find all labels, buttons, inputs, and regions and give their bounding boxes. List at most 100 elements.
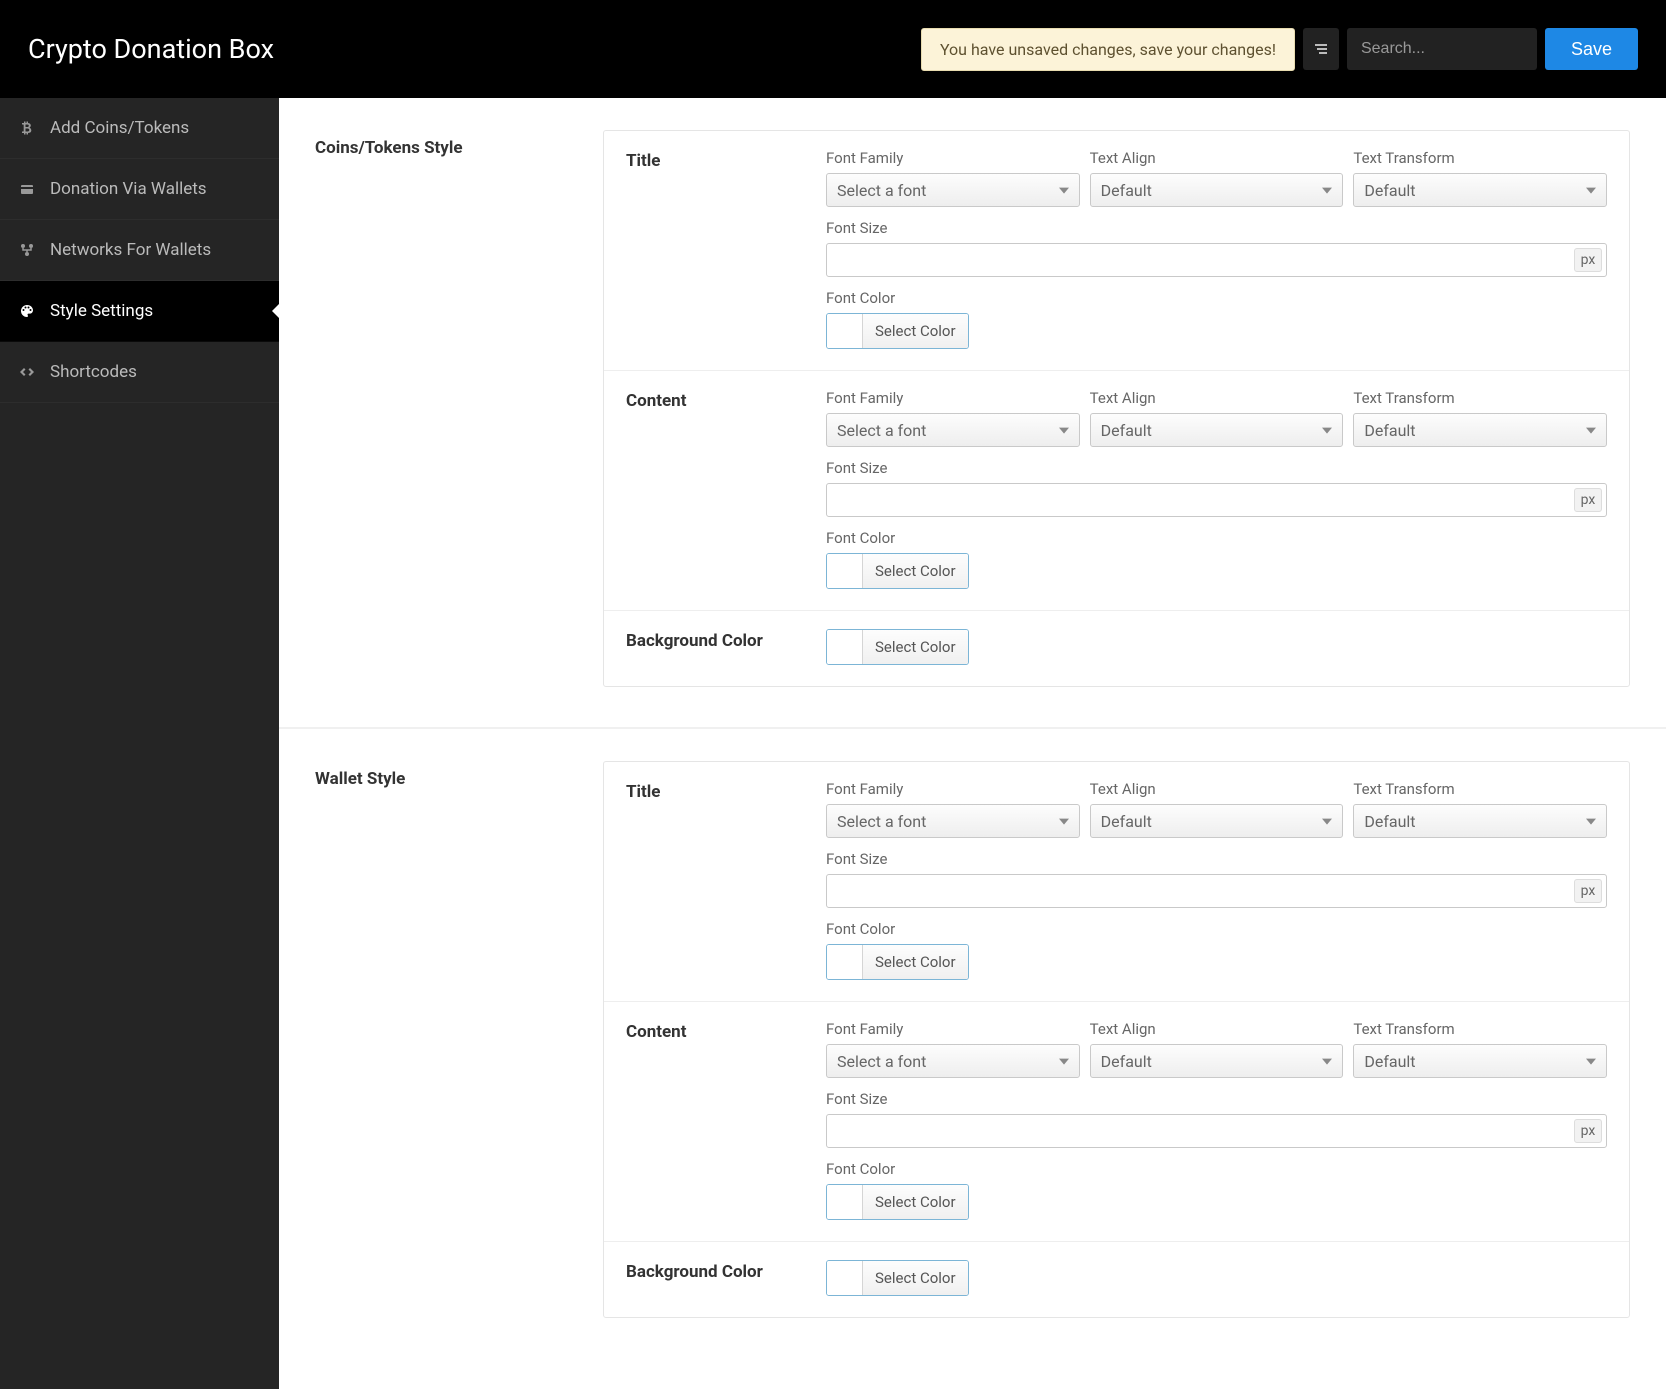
search-input[interactable] <box>1347 28 1537 70</box>
field-label: Font Color <box>826 1160 1607 1178</box>
text-align-select[interactable]: Default <box>1090 173 1344 207</box>
font-size-input[interactable] <box>827 244 1570 276</box>
px-suffix: px <box>1574 1119 1602 1143</box>
wallet-icon <box>18 181 36 197</box>
color-swatch <box>827 1185 863 1219</box>
palette-icon <box>18 303 36 319</box>
main-content: Coins/Tokens StyleTitleFont FamilySelect… <box>279 98 1666 1389</box>
field-label: Text Transform <box>1353 149 1607 167</box>
field-label: Text Transform <box>1353 1020 1607 1038</box>
sidebar-item-style-settings[interactable]: Style Settings <box>0 281 279 342</box>
select-color-button[interactable]: Select Color <box>826 1260 969 1296</box>
field-label: Font Family <box>826 780 1080 798</box>
sidebar-item-label: Networks For Wallets <box>50 240 211 260</box>
row-label: Title <box>626 780 826 983</box>
section-coins-tokens-style: Coins/Tokens StyleTitleFont Family Select… <box>279 98 1666 729</box>
text-transform-select[interactable]: Default <box>1353 413 1607 447</box>
text-align-select[interactable]: Default <box>1090 1044 1344 1078</box>
sidebar-item-label: Style Settings <box>50 301 153 321</box>
text-transform-select[interactable]: Default <box>1353 173 1607 207</box>
color-swatch <box>827 554 863 588</box>
section-wallet-style: Wallet StyleTitleFont FamilySelect a fon… <box>279 729 1666 1358</box>
sidebar-item-label: Add Coins/Tokens <box>50 118 189 138</box>
font-size-input-wrap: px <box>826 1114 1607 1148</box>
settings-row: ContentFont Family Select a font Text Alig… <box>604 1002 1629 1242</box>
row-label: Title <box>626 149 826 352</box>
color-button-label: Select Color <box>863 630 968 664</box>
field-label: Text Transform <box>1353 780 1607 798</box>
font-family-select[interactable]: Select a font <box>826 413 1080 447</box>
field-label: Font Color <box>826 529 1607 547</box>
field-label: Font Family <box>826 1020 1080 1038</box>
select-color-button[interactable]: Select Color <box>826 1184 969 1220</box>
field-label: Text Align <box>1090 1020 1344 1038</box>
sidebar-item-donation-via-wallets[interactable]: Donation Via Wallets <box>0 159 279 220</box>
code-icon <box>18 364 36 380</box>
row-label: Content <box>626 389 826 592</box>
settings-row: ContentFont FamilySelect a fontText Alig… <box>604 371 1629 611</box>
color-swatch <box>827 630 863 664</box>
sidebar-item-label: Shortcodes <box>50 362 137 382</box>
color-button-label: Select Color <box>863 1261 968 1295</box>
adjust-icon[interactable] <box>1303 28 1339 70</box>
font-family-select[interactable]: Select a font <box>826 1044 1080 1078</box>
sidebar-item-shortcodes[interactable]: Shortcodes <box>0 342 279 403</box>
network-icon <box>18 242 36 258</box>
section-title: Wallet Style <box>315 761 603 1318</box>
select-color-button[interactable]: Select Color <box>826 553 969 589</box>
field-label: Font Color <box>826 289 1607 307</box>
bitcoin-icon <box>18 120 36 136</box>
settings-row: Background Color Select Color <box>604 1242 1629 1317</box>
sidebar-item-networks-for-wallets[interactable]: Networks For Wallets <box>0 220 279 281</box>
sidebar-item-add-coins-tokens[interactable]: Add Coins/Tokens <box>0 98 279 159</box>
topbar: Crypto Donation Box You have unsaved cha… <box>0 0 1666 98</box>
select-color-button[interactable]: Select Color <box>826 629 969 665</box>
field-label: Font Size <box>826 219 1607 237</box>
px-suffix: px <box>1574 879 1602 903</box>
font-family-select[interactable]: Select a font <box>826 173 1080 207</box>
settings-row: TitleFont Family Select a font Text Align D… <box>604 762 1629 1002</box>
color-swatch <box>827 945 863 979</box>
color-button-label: Select Color <box>863 945 968 979</box>
field-label: Text Align <box>1090 780 1344 798</box>
settings-row: TitleFont Family Select a font Text Align D… <box>604 131 1629 371</box>
row-label: Background Color <box>626 1260 826 1299</box>
topbar-actions: You have unsaved changes, save your chan… <box>921 28 1638 71</box>
px-suffix: px <box>1574 248 1602 272</box>
field-label: Font Family <box>826 149 1080 167</box>
section-body: TitleFont Family Select a font Text Align D… <box>603 130 1630 687</box>
select-color-button[interactable]: Select Color <box>826 313 969 349</box>
font-size-input[interactable] <box>827 875 1570 907</box>
page-title: Crypto Donation Box <box>28 33 274 65</box>
color-button-label: Select Color <box>863 554 968 588</box>
sidebar-item-label: Donation Via Wallets <box>50 179 207 199</box>
text-align-select[interactable]: Default <box>1090 413 1344 447</box>
font-size-input-wrap: px <box>826 483 1607 517</box>
field-label: Text Align <box>1090 149 1344 167</box>
section-body: TitleFont FamilySelect a fontText AlignD… <box>603 761 1630 1318</box>
field-label: Font Size <box>826 1090 1607 1108</box>
text-transform-select[interactable]: Default <box>1353 1044 1607 1078</box>
font-size-input[interactable] <box>827 1115 1570 1147</box>
unsaved-banner: You have unsaved changes, save your chan… <box>921 28 1295 71</box>
color-swatch <box>827 1261 863 1295</box>
font-size-input-wrap: px <box>826 874 1607 908</box>
font-family-select[interactable]: Select a font <box>826 804 1080 838</box>
row-label: Background Color <box>626 629 826 668</box>
select-color-button[interactable]: Select Color <box>826 944 969 980</box>
field-label: Text Align <box>1090 389 1344 407</box>
section-title: Coins/Tokens Style <box>315 130 603 687</box>
color-button-label: Select Color <box>863 314 968 348</box>
field-label: Font Color <box>826 920 1607 938</box>
save-button[interactable]: Save <box>1545 28 1638 70</box>
text-align-select[interactable]: Default <box>1090 804 1344 838</box>
color-button-label: Select Color <box>863 1185 968 1219</box>
color-swatch <box>827 314 863 348</box>
row-label: Content <box>626 1020 826 1223</box>
settings-row: Background Color Select Color <box>604 611 1629 686</box>
px-suffix: px <box>1574 488 1602 512</box>
font-size-input[interactable] <box>827 484 1570 516</box>
field-label: Font Size <box>826 459 1607 477</box>
text-transform-select[interactable]: Default <box>1353 804 1607 838</box>
field-label: Font Size <box>826 850 1607 868</box>
